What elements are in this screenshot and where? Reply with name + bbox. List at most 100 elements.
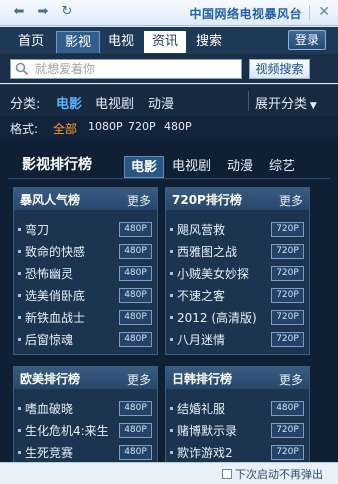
refresh-icon[interactable]: ↻ [58, 3, 76, 21]
format-all[interactable]: 全部 [53, 120, 77, 137]
quality-badge: 720P [271, 244, 304, 259]
dont-show-again-checkbox[interactable] [222, 469, 232, 479]
item-title[interactable]: 结婚礼服 [177, 400, 225, 417]
ranking-tab-tv-series[interactable]: 电视剧 [166, 156, 217, 178]
search-box[interactable] [10, 59, 242, 79]
list-item[interactable]: 欺诈游戏2 720P [166, 441, 309, 463]
box-header: 日韩排行榜 更多 [166, 367, 309, 389]
list-item[interactable]: 八月迷情 720P [166, 328, 309, 350]
expand-category-button[interactable]: 展开分类 ▼ [255, 93, 317, 112]
item-title[interactable]: 赌博默示录 [177, 422, 237, 439]
tab-movies[interactable]: 影视 [56, 31, 101, 53]
list-item[interactable]: 选美俏卧底 480P [14, 284, 157, 306]
list-item[interactable]: 生死竞赛 480P [14, 441, 157, 463]
bullet-icon [170, 272, 173, 275]
back-arrow-icon[interactable]: ⬅ [10, 3, 28, 21]
tab-tv[interactable]: 电视 [100, 31, 142, 53]
main-tabs: 首页 影视 电视 资讯 搜索 登录 [0, 27, 338, 54]
720p-ranking-box: 720P排行榜 更多 飓风营救 720P 西雅图之战 720P 小贼美女妙探 720P… [165, 187, 310, 355]
item-title[interactable]: 八月迷情 [177, 331, 225, 348]
list-item[interactable]: 不速之客 720P [166, 284, 309, 306]
ranking-title: 影视排行榜 [22, 157, 92, 173]
popular-ranking-box: 暴风人气榜 更多 弯刀 480P 致命的快感 480P 恐怖幽灵 480P 选美俏卧底… [13, 187, 158, 355]
item-title[interactable]: 生死竞赛 [25, 444, 73, 461]
item-title[interactable]: 飓风营救 [177, 221, 225, 238]
quality-badge: 720P [271, 288, 304, 303]
tab-news[interactable]: 资讯 [144, 31, 187, 53]
quality-badge: 720P [271, 310, 304, 325]
list-item[interactable]: 新铁血战士 480P [14, 306, 157, 328]
caret-down-icon: ▼ [307, 101, 317, 111]
list-item[interactable]: 飓风营救 720P [166, 218, 309, 240]
box-title: 欧美排行榜 [20, 372, 81, 386]
quality-badge: 480P [119, 244, 152, 259]
item-title[interactable]: 不速之客 [177, 287, 225, 304]
close-icon[interactable]: ✕ [318, 4, 330, 20]
list-item[interactable]: 小贼美女妙探 720P [166, 262, 309, 284]
item-title[interactable]: 新铁血战士 [25, 309, 85, 326]
more-link[interactable]: 更多 [279, 371, 303, 388]
box-title: 720P排行榜 [172, 193, 242, 207]
bullet-icon [170, 228, 173, 231]
bullet-icon [18, 250, 21, 253]
tab-home[interactable]: 首页 [10, 31, 52, 53]
item-title[interactable]: 恐怖幽灵 [25, 265, 73, 282]
list-item[interactable]: 结婚礼服 480P [166, 397, 309, 419]
list-item[interactable]: 赌博默示录 720P [166, 419, 309, 441]
category-label: 分类: [10, 97, 41, 112]
format-720p[interactable]: 720P [128, 120, 156, 133]
list-item[interactable]: 致命的快感 480P [14, 240, 157, 262]
item-title[interactable]: 2012 (高清版) [177, 309, 257, 326]
item-title[interactable]: 嗜血破晓 [25, 400, 73, 417]
forward-arrow-icon[interactable]: ➡ [34, 3, 52, 21]
item-title[interactable]: 致命的快感 [25, 243, 85, 260]
quality-badge: 480P [271, 401, 304, 416]
format-filter: 格式: 全部 1080P 720P 480P [0, 116, 338, 140]
expand-separator [248, 91, 249, 111]
login-button[interactable]: 登录 [287, 30, 326, 50]
bullet-icon [170, 429, 173, 432]
more-link[interactable]: 更多 [279, 192, 303, 209]
more-link[interactable]: 更多 [127, 371, 151, 388]
bullet-icon [170, 451, 173, 454]
item-title[interactable]: 弯刀 [25, 221, 49, 238]
ranking-header: 影视排行榜 电影 电视剧 动漫 综艺 [0, 140, 338, 182]
search-input[interactable] [35, 60, 235, 78]
item-title[interactable]: 选美俏卧底 [25, 287, 85, 304]
format-1080p[interactable]: 1080P [88, 120, 123, 133]
category-tv-series[interactable]: 电视剧 [95, 93, 134, 112]
item-title[interactable]: 西雅图之战 [177, 243, 237, 260]
ranking-tab-movie[interactable]: 电影 [124, 156, 165, 178]
category-movie[interactable]: 电影 [56, 93, 82, 112]
search-icon [15, 62, 29, 76]
category-anime[interactable]: 动漫 [148, 93, 174, 112]
western-ranking-box: 欧美排行榜 更多 嗜血破晓 480P 生化危机4:来生 480P 生死竞赛 480P [13, 366, 158, 462]
item-title[interactable]: 欺诈游戏2 [177, 444, 233, 461]
list-item[interactable]: 恐怖幽灵 480P [14, 262, 157, 284]
list-item[interactable]: 嗜血破晓 480P [14, 397, 157, 419]
item-title[interactable]: 小贼美女妙探 [177, 265, 249, 282]
box-title: 暴风人气榜 [20, 193, 81, 207]
more-link[interactable]: 更多 [127, 192, 151, 209]
item-title[interactable]: 后窗惊魂 [25, 331, 73, 348]
list-item[interactable]: 生化危机4:来生 480P [14, 419, 157, 441]
box-title: 日韩排行榜 [172, 372, 233, 386]
bullet-icon [170, 316, 173, 319]
item-title[interactable]: 生化危机4:来生 [25, 422, 109, 439]
list-item[interactable]: 后窗惊魂 480P [14, 328, 157, 350]
list-item[interactable]: 西雅图之战 720P [166, 240, 309, 262]
box-header: 720P排行榜 更多 [166, 188, 309, 210]
format-480p[interactable]: 480P [164, 120, 192, 133]
search-button[interactable]: 视频搜索 [249, 59, 310, 79]
bullet-icon [170, 407, 173, 410]
box-header: 暴风人气榜 更多 [14, 188, 157, 210]
ranking-tab-anime[interactable]: 动漫 [221, 156, 259, 178]
ranking-tab-variety[interactable]: 综艺 [263, 156, 301, 178]
footer-bar: 下次启动不再弹出 [0, 462, 338, 484]
quality-badge: 720P [271, 222, 304, 237]
bullet-icon [18, 228, 21, 231]
list-item[interactable]: 2012 (高清版) 720P [166, 306, 309, 328]
dont-show-again-label[interactable]: 下次启动不再弹出 [235, 466, 323, 482]
list-item[interactable]: 弯刀 480P [14, 218, 157, 240]
tab-search[interactable]: 搜索 [188, 31, 230, 53]
